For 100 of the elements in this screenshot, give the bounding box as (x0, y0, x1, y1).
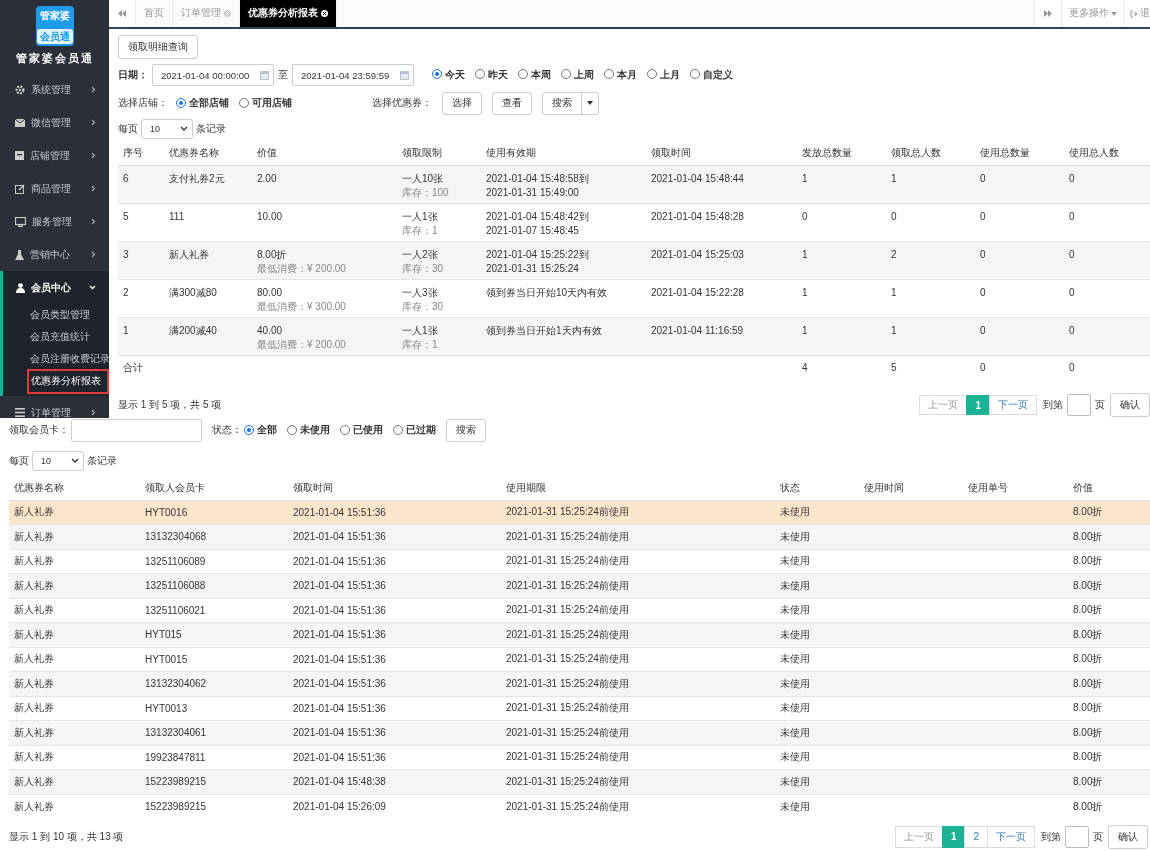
table-row[interactable]: 新人礼券 15223989215 2021-01-04 15:26:09 2021-01-31 15:25:24前使用 未使用 8.00折 (9, 794, 1150, 819)
table-row[interactable]: 新人礼券 13132304062 2021-01-04 15:51:36 2021-01-31 15:25:24前使用 未使用 8.00折 (9, 671, 1150, 696)
radio-button[interactable] (393, 425, 403, 435)
table-row[interactable]: 新人礼券 HYT015 2021-01-04 15:51:36 2021-01-31 15:25:24前使用 未使用 8.00折 (9, 622, 1150, 647)
date-field[interactable]: 2021-01-04 00:00:00 (152, 64, 274, 86)
scroll-right-button[interactable] (1034, 0, 1062, 27)
status-label: 状态： (212, 423, 242, 437)
brand-name: 管家婆会员通 (15, 51, 94, 66)
next-page-button[interactable]: 下一页 (989, 395, 1037, 415)
sidebar-item[interactable]: 服务管理 (0, 205, 109, 238)
sidebar-item[interactable]: 营销中心 (0, 238, 109, 271)
detail-query-button[interactable]: 领取明细查询 (118, 35, 198, 59)
view-button[interactable]: 查看 (492, 91, 532, 115)
dropdown-button[interactable] (581, 91, 599, 115)
radio-button[interactable] (690, 69, 700, 79)
table-cell: 19923847811 (145, 751, 206, 763)
radio-button[interactable] (647, 69, 657, 79)
search-button[interactable]: 搜索 (446, 418, 486, 442)
table-cell: 未使用 (780, 506, 810, 518)
table-cell: 新人礼券 (14, 579, 54, 591)
column-header: 序号 (118, 141, 164, 165)
table-cell-text: 1 (802, 247, 809, 262)
confirm-button[interactable]: 确认 (1110, 393, 1150, 417)
table-row[interactable]: 新人礼券 13251106088 2021-01-04 15:51:36 2021-01-31 15:25:24前使用 未使用 8.00折 (9, 573, 1150, 598)
sidebar-item[interactable]: 系统管理 (0, 73, 109, 106)
column-header: 价值 (1068, 476, 1150, 500)
next-page-button[interactable]: 下一页 (987, 825, 1035, 848)
monitor-icon (15, 216, 26, 227)
close-icon (224, 10, 231, 17)
date-field[interactable]: 2021-01-04 23:59:59 (292, 64, 414, 86)
table-row[interactable]: 新人礼券 HYT0013 2021-01-04 15:51:36 2021-01-31 15:25:24前使用 未使用 8.00折 (9, 696, 1150, 721)
table-row[interactable]: 新人礼券 HYT0016 2021-01-04 15:51:36 2021-01-31 15:25:24前使用 未使用 8.00折 (9, 500, 1150, 525)
radio-button[interactable] (561, 69, 571, 79)
radio-button[interactable] (432, 69, 442, 79)
cell-note: 库存：100 (402, 185, 450, 200)
table-cell: 8.00折 (1073, 677, 1103, 689)
table-cell: 13251106088 (145, 580, 206, 592)
radio-button[interactable] (604, 69, 614, 79)
table-cell: 2021-01-04 15:51:36 (293, 555, 386, 567)
radio-button[interactable] (239, 98, 249, 108)
column-header: 使用总人数 (1064, 141, 1150, 165)
radio-button[interactable] (340, 425, 350, 435)
sidebar-item[interactable]: 微信管理 (0, 106, 109, 139)
table-row[interactable]: 新人礼券 15223989215 2021-01-04 15:48:38 2021-01-31 15:25:24前使用 未使用 8.00折 (9, 769, 1150, 794)
sidebar-item[interactable]: 店铺管理 (0, 139, 109, 172)
card-input-field[interactable] (71, 418, 202, 442)
table-cell-text: 10.00 (257, 209, 284, 224)
sidebar-item[interactable]: 会员中心 (3, 271, 109, 304)
table-row[interactable]: 新人礼券 13132304061 2021-01-04 15:51:36 2021-01-31 15:25:24前使用 未使用 8.00折 (9, 720, 1150, 745)
radio-label: 未使用 (300, 423, 330, 437)
sidebar-subitem[interactable]: 会员充值统计 (27, 328, 93, 346)
sidebar-subitem[interactable]: 优惠券分析报表 (27, 368, 109, 394)
table-cell: 未使用 (780, 555, 810, 567)
table-cell: 2021-01-31 15:25:24前使用 (506, 677, 629, 689)
page-number-field[interactable] (1065, 825, 1089, 848)
tab[interactable]: 优惠券分析报表 (240, 0, 337, 27)
calendar-icon (400, 70, 409, 80)
table-row[interactable]: 新人礼券 13132304068 2021-01-04 15:51:36 2021-01-31 15:25:24前使用 未使用 8.00折 (9, 524, 1150, 549)
table-cell: HYT0013 (145, 702, 188, 714)
card-label: 领取会员卡： (9, 423, 69, 437)
table-cell: 2021-01-04 15:48:38 (293, 776, 386, 788)
table-cell-text: 1 (123, 323, 130, 338)
radio-button[interactable] (518, 69, 528, 79)
caret-icon (587, 101, 593, 105)
radio-label: 本周 (531, 69, 551, 80)
radio-label: 今天 (445, 69, 465, 80)
double-arrow-right-icon (1044, 10, 1052, 17)
radio-button[interactable] (287, 425, 297, 435)
table-cell-text: 一人2张 (402, 247, 439, 262)
sidebar-item[interactable]: 订单管理 (0, 396, 109, 418)
sidebar-subitem[interactable]: 会员注册收费记录 (27, 350, 109, 368)
table-cell: 未使用 (780, 775, 810, 787)
table-row[interactable]: 新人礼券 13251106021 2021-01-04 15:51:36 2021-01-31 15:25:24前使用 未使用 8.00折 (9, 598, 1150, 623)
cell-note: 最低消费：¥ 300.00 (257, 299, 347, 314)
coupon-label: 选择优惠券： (372, 96, 432, 110)
scroll-left-button[interactable] (109, 0, 136, 27)
select-button[interactable]: 选择 (442, 91, 482, 115)
gear-icon (15, 84, 25, 95)
page-size-select[interactable]: 10 (141, 119, 193, 139)
table-cell: 新人礼券 (14, 555, 54, 567)
confirm-button[interactable]: 确认 (1108, 824, 1148, 849)
page-button[interactable]: 2 (964, 825, 988, 848)
search-button[interactable]: 搜索 (542, 91, 582, 115)
radio-button[interactable] (244, 425, 254, 435)
date-label: 日期： (118, 68, 148, 82)
table-cell: 新人礼券 (14, 530, 54, 542)
store-label: 选择店铺： (118, 96, 168, 110)
radio-button[interactable] (176, 98, 186, 108)
table-row[interactable]: 新人礼券 HYT0015 2021-01-04 15:51:36 2021-01-31 15:25:24前使用 未使用 8.00折 (9, 647, 1150, 672)
page-number-field[interactable] (1067, 394, 1091, 416)
table-cell: 2021-01-04 15:51:36 (293, 531, 386, 543)
table-row[interactable]: 新人礼券 19923847811 2021-01-04 15:51:36 2021-01-31 15:25:24前使用 未使用 8.00折 (9, 745, 1150, 770)
table-cell: 2021-01-04 15:26:09 (293, 801, 386, 812)
sidebar-subitem[interactable]: 会员类型管理 (27, 306, 93, 324)
table-cell: 新人礼券 (14, 506, 54, 518)
table-cell: 13251106089 (145, 555, 206, 567)
table-row[interactable]: 新人礼券 13251106089 2021-01-04 15:51:36 2021-01-31 15:25:24前使用 未使用 8.00折 (9, 549, 1150, 574)
page-size-select[interactable]: 10 (32, 451, 84, 471)
sidebar-item[interactable]: 商品管理 (0, 172, 109, 205)
radio-button[interactable] (475, 69, 485, 79)
